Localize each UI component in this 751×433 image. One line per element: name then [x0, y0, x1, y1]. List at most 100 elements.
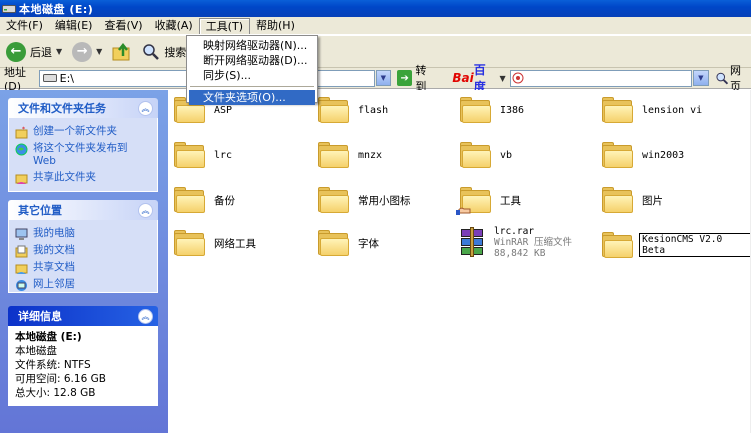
folder-icon: [174, 142, 206, 168]
file-item-icons[interactable]: 常用小图标: [318, 187, 411, 213]
back-dropdown-icon[interactable]: ▼: [56, 47, 62, 56]
menu-bar: 文件(F) 编辑(E) 查看(V) 收藏(A) 工具(T) 帮助(H): [0, 17, 751, 35]
file-item-vb[interactable]: vb: [460, 142, 512, 168]
other-places-header[interactable]: 其它位置 ︽: [8, 200, 158, 220]
file-item-network-tools[interactable]: 网络工具: [174, 230, 256, 256]
collapse-chevron-icon[interactable]: ︽: [138, 202, 153, 218]
up-folder-button[interactable]: [112, 39, 134, 65]
place-my-computer[interactable]: 我的电脑: [15, 227, 151, 241]
file-item-fonts[interactable]: 字体: [318, 230, 379, 256]
folder-icon: [318, 142, 350, 168]
rename-field[interactable]: KesionCMS V2.0 Beta: [639, 233, 751, 257]
shared-folder-icon: [456, 187, 492, 215]
file-item-lrc-rar[interactable]: lrc.rar WinRAR 压缩文件 88,842 KB: [458, 226, 572, 259]
menu-synchronize[interactable]: 同步(S)...: [189, 68, 315, 83]
file-tasks-body: * 创建一个新文件夹 将这个文件夹发布到 Web 共享此文件夹: [8, 118, 158, 192]
file-item-backup[interactable]: 备份: [174, 187, 235, 213]
folder-icon: [174, 230, 206, 256]
file-view[interactable]: ASP flash I386 lension vi lrc mnzx vb wi…: [168, 90, 751, 433]
file-item-pictures[interactable]: 图片: [602, 187, 663, 213]
shared-documents-icon: [15, 264, 28, 274]
baidu-search-input[interactable]: [509, 69, 693, 87]
toolbar: ← 后退 ▼ → ▼ 搜索: [0, 36, 751, 68]
address-bar: 地址(D) E:\ ▼ ➔ 转到 Bai 百度 ▼ ▼ 网页: [0, 63, 751, 94]
my-computer-icon: [15, 228, 28, 240]
menu-edit[interactable]: 编辑(E): [49, 18, 99, 34]
new-folder-icon: *: [15, 126, 28, 139]
baidu-input-dropdown[interactable]: ▼: [693, 70, 709, 86]
file-item-kesioncms[interactable]: KesionCMS V2.0 Beta: [602, 232, 751, 258]
address-value: E:\: [59, 71, 74, 85]
menu-tools[interactable]: 工具(T): [198, 17, 250, 34]
folder-icon: [602, 142, 634, 168]
window-title: 本地磁盘 (E:): [19, 2, 94, 16]
flag-icon: [512, 72, 524, 84]
details-header[interactable]: 详细信息 ︽: [8, 306, 158, 326]
menu-map-network-drive[interactable]: 映射网络驱动器(N)...: [189, 38, 315, 53]
other-places-panel: 其它位置 ︽ 我的电脑 我的文档 共享文档 网上邻居: [8, 200, 158, 293]
file-item-tools[interactable]: 工具: [456, 187, 521, 215]
tools-menu-dropdown: 映射网络驱动器(N)... 断开网络驱动器(D)... 同步(S)... 文件夹…: [186, 35, 318, 105]
file-item-lension[interactable]: lension vi: [602, 97, 702, 123]
other-places-title: 其它位置: [18, 204, 62, 217]
forward-button[interactable]: → ▼: [72, 39, 102, 65]
place-network[interactable]: 网上邻居: [15, 278, 151, 292]
svg-text:*: *: [22, 126, 25, 133]
task-pane: 文件和文件夹任务 ︽ * 创建一个新文件夹 将这个文件夹发布到 Web 共享此文…: [0, 90, 168, 433]
rar-name: lrc.rar: [494, 226, 535, 237]
place-shared-documents[interactable]: 共享文档: [15, 261, 151, 275]
folder-icon: [602, 97, 634, 123]
address-dropdown-button[interactable]: ▼: [375, 70, 392, 86]
winrar-archive-icon: [458, 226, 486, 259]
menu-folder-options[interactable]: 文件夹选项(O)...: [189, 90, 315, 105]
folder-icon: [318, 187, 350, 213]
task-publish-web[interactable]: 将这个文件夹发布到 Web: [15, 142, 151, 168]
task-new-folder[interactable]: * 创建一个新文件夹: [15, 125, 151, 139]
sharing-hand-icon: [456, 207, 471, 215]
place-my-documents[interactable]: 我的文档: [15, 244, 151, 258]
baidu-dropdown-icon[interactable]: ▼: [500, 74, 506, 83]
network-places-icon: [16, 280, 27, 291]
drive-small-icon: [42, 74, 57, 82]
folder-icon: [602, 232, 633, 258]
folder-icon: [460, 142, 492, 168]
forward-arrow-icon: →: [72, 41, 93, 62]
rar-type: WinRAR 压缩文件: [494, 237, 573, 248]
collapse-chevron-icon[interactable]: ︽: [138, 100, 153, 116]
menu-disconnect-network-drive[interactable]: 断开网络驱动器(D)...: [189, 53, 315, 68]
search-button[interactable]: 搜索: [142, 39, 186, 65]
menu-view[interactable]: 查看(V): [98, 18, 148, 34]
file-item-mnzx[interactable]: mnzx: [318, 142, 382, 168]
share-folder-icon: [15, 174, 28, 184]
menu-favorites[interactable]: 收藏(A): [149, 18, 199, 34]
goto-arrow-icon: ➔: [397, 70, 413, 86]
my-documents-icon: [15, 245, 28, 258]
menu-file[interactable]: 文件(F): [0, 18, 49, 34]
title-bar[interactable]: 本地磁盘 (E:): [0, 0, 751, 17]
rar-size: 88,842 KB: [494, 248, 546, 259]
search-icon: [143, 43, 160, 60]
details-total-size: 总大小: 12.8 GB: [15, 387, 96, 399]
forward-dropdown-icon[interactable]: ▼: [96, 47, 102, 56]
file-item-flash[interactable]: flash: [318, 97, 388, 123]
folder-icon: [318, 230, 350, 256]
search-web-icon: [715, 72, 728, 85]
file-item-i386[interactable]: I386: [460, 97, 524, 123]
task-share-folder[interactable]: 共享此文件夹: [15, 171, 151, 185]
drive-icon: [2, 5, 16, 13]
file-tasks-panel: 文件和文件夹任务 ︽ * 创建一个新文件夹 将这个文件夹发布到 Web 共享此文…: [8, 98, 158, 192]
back-button[interactable]: ← 后退 ▼: [6, 39, 62, 65]
menu-help[interactable]: 帮助(H): [250, 18, 301, 34]
search-label: 搜索: [164, 45, 187, 59]
file-item-lrc[interactable]: lrc: [174, 142, 232, 168]
back-label: 后退: [30, 45, 52, 59]
details-panel: 详细信息 ︽ 本地磁盘 (E:) 本地磁盘 文件系统: NTFS 可用空间: 6…: [8, 306, 158, 406]
globe-icon: [15, 143, 28, 156]
back-arrow-icon: ←: [6, 41, 26, 62]
details-filesystem: 文件系统: NTFS: [15, 359, 91, 371]
details-name: 本地磁盘 (E:): [15, 331, 82, 343]
collapse-chevron-icon[interactable]: ︽: [138, 308, 153, 324]
file-item-win2003[interactable]: win2003: [602, 142, 684, 168]
file-tasks-header[interactable]: 文件和文件夹任务 ︽: [8, 98, 158, 118]
file-tasks-title: 文件和文件夹任务: [18, 102, 106, 115]
